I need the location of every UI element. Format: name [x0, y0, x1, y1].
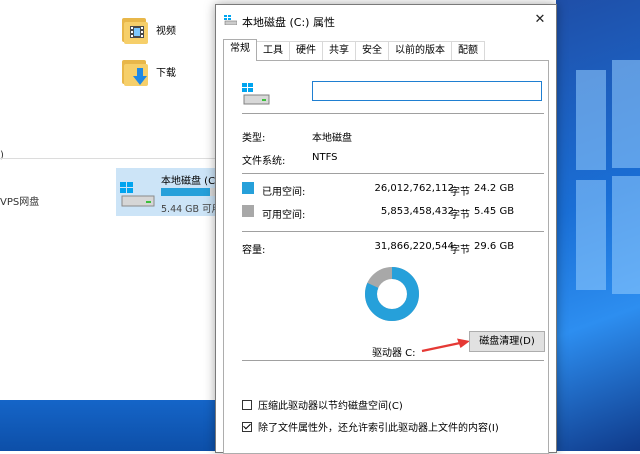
type-label: 类型:	[242, 133, 266, 144]
usage-donut-chart	[365, 267, 419, 321]
separator	[242, 173, 544, 174]
used-space-swatch	[242, 182, 254, 194]
index-contents-option[interactable]: 除了文件属性外，还允许索引此驱动器上文件的内容(I)	[242, 419, 499, 434]
drive-letter-label: 驱动器 C:	[372, 348, 416, 359]
capacity-label: 容量:	[242, 245, 266, 256]
folder-item-downloads[interactable]: 下载	[122, 56, 176, 86]
used-space-label: 已用空间:	[262, 187, 306, 198]
tab-tools[interactable]: 工具	[256, 41, 290, 60]
drive-tile-c[interactable]: 本地磁盘 (C: 5.44 GB 可用	[116, 168, 222, 216]
tab-sharing[interactable]: 共享	[322, 41, 356, 60]
desktop-wallpaper	[556, 0, 640, 451]
free-space-unit: 字节	[450, 210, 470, 221]
used-space-size: 24.2 GB	[474, 183, 515, 194]
drive-usage-bar	[161, 188, 221, 196]
tab-hardware[interactable]: 硬件	[289, 41, 323, 60]
video-folder-icon	[122, 14, 148, 44]
compress-checkbox-label: 压缩此驱动器以节约磁盘空间(C)	[258, 401, 403, 412]
free-space-bytes: 5,853,458,432	[380, 206, 454, 217]
used-space-unit: 字节	[450, 187, 470, 198]
type-value: 本地磁盘	[312, 133, 352, 144]
capacity-unit: 字节	[450, 245, 470, 256]
filesystem-label: 文件系统:	[242, 156, 286, 167]
tab-security[interactable]: 安全	[355, 41, 389, 60]
index-checkbox[interactable]	[242, 421, 252, 432]
folder-label: 视频	[156, 25, 176, 37]
capacity-size: 29.6 GB	[474, 241, 515, 252]
free-space-label: 可用空间:	[262, 210, 306, 221]
free-space-swatch	[242, 205, 254, 217]
disk-cleanup-button[interactable]: 磁盘清理(D)	[469, 331, 545, 352]
filesystem-value: NTFS	[312, 152, 338, 163]
drive-tile-name: 本地磁盘 (C:	[161, 176, 219, 187]
dialog-title: 本地磁盘 (C:) 属性	[242, 16, 335, 29]
volume-name-input[interactable]	[312, 81, 542, 101]
section-divider	[0, 158, 215, 159]
section-header-fragment: )	[0, 150, 4, 161]
folder-item-videos[interactable]: 视频	[122, 14, 176, 44]
tab-strip: 常规 工具 硬件 共享 安全 以前的版本 配额	[223, 39, 485, 61]
drive-icon	[242, 83, 270, 105]
general-tab-panel: 类型: 本地磁盘 文件系统: NTFS 已用空间: 26,012,762,112…	[223, 60, 549, 454]
red-arrow-annotation	[421, 338, 470, 353]
separator	[242, 113, 544, 114]
close-button[interactable]: ✕	[524, 5, 556, 35]
drive-icon	[120, 182, 155, 207]
folder-label: 下载	[156, 67, 176, 79]
used-space-bytes: 26,012,762,112	[374, 183, 454, 194]
drive-properties-dialog: 本地磁盘 (C:) 属性 ✕ 常规 工具 硬件 共享 安全 以前的版本 配额 类…	[215, 4, 557, 454]
compress-checkbox[interactable]	[242, 399, 252, 410]
tab-quota[interactable]: 配额	[451, 41, 485, 60]
compress-drive-option[interactable]: 压缩此驱动器以节约磁盘空间(C)	[242, 397, 403, 412]
separator	[242, 231, 544, 232]
tab-previous-versions[interactable]: 以前的版本	[388, 41, 452, 60]
capacity-bytes: 31,866,220,544	[374, 241, 454, 252]
drive-icon	[224, 15, 237, 25]
separator	[242, 360, 544, 361]
download-folder-icon	[122, 56, 148, 86]
drive-free-text: 5.44 GB 可用	[161, 204, 222, 215]
tab-general[interactable]: 常规	[223, 39, 257, 61]
index-checkbox-label: 除了文件属性外，还允许索引此驱动器上文件的内容(I)	[258, 423, 499, 434]
close-icon: ✕	[534, 12, 546, 27]
dialog-titlebar[interactable]: 本地磁盘 (C:) 属性 ✕	[216, 5, 556, 35]
wps-drive-label[interactable]: VPS网盘	[0, 193, 39, 208]
free-space-size: 5.45 GB	[474, 206, 515, 217]
